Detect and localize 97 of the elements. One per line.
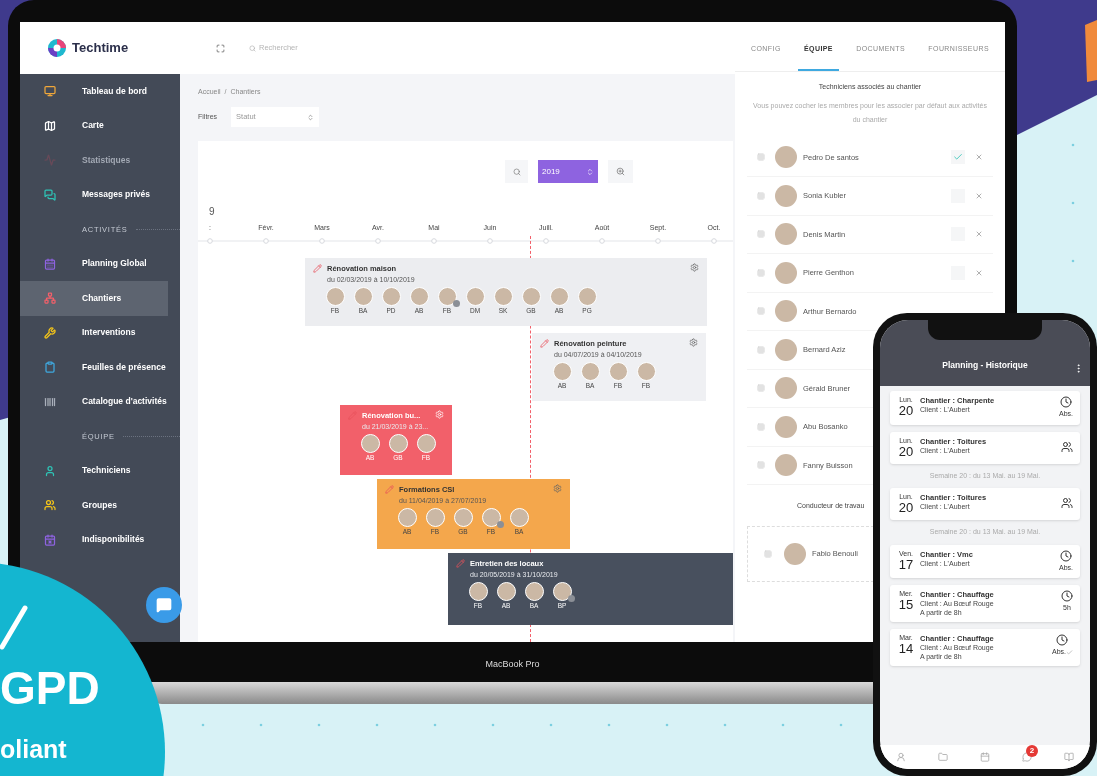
avatar	[775, 377, 797, 400]
person-icon	[1061, 497, 1073, 509]
person-icon	[1061, 440, 1073, 453]
notification-badge: 2	[1026, 745, 1038, 757]
fullscreen-icon[interactable]	[216, 43, 225, 53]
clock-icon	[1061, 590, 1073, 602]
monitor-icon	[44, 85, 56, 98]
date-number: 17	[898, 557, 914, 572]
settings-icon[interactable]	[690, 263, 699, 272]
remove-icon[interactable]	[975, 268, 983, 277]
remove-icon[interactable]	[975, 191, 983, 200]
search-icon	[512, 167, 521, 176]
avatar	[775, 300, 797, 323]
check-icon	[953, 152, 963, 163]
sidebar-item[interactable]: Chantiers	[20, 281, 168, 316]
grid-icon[interactable]	[757, 191, 765, 200]
chat-button[interactable]	[146, 587, 182, 623]
clock-icon	[1060, 549, 1072, 562]
pulse-icon	[44, 154, 56, 167]
calendar-icon[interactable]	[980, 752, 990, 762]
sidebar-item[interactable]: Tableau de bord	[20, 74, 168, 109]
check-icon	[0, 605, 28, 650]
user-icon	[44, 464, 56, 477]
pencil-icon[interactable]	[456, 559, 465, 568]
chat-icon[interactable]	[1022, 752, 1032, 762]
chevron-icon	[307, 113, 315, 121]
grid-icon[interactable]	[757, 461, 765, 470]
book-icon[interactable]	[1064, 752, 1074, 762]
sidebar-item[interactable]: Groupes	[20, 488, 168, 523]
settings-icon[interactable]	[689, 338, 698, 347]
date-number: 20	[898, 404, 914, 418]
avatar	[775, 146, 797, 169]
date-number: 15	[898, 598, 914, 612]
grid-icon[interactable]	[764, 549, 772, 558]
group-icon	[44, 499, 56, 512]
chat-icon	[156, 597, 172, 613]
clipboard-icon	[44, 361, 56, 374]
badge-icon	[452, 300, 460, 307]
avatar	[775, 184, 797, 207]
date-number: 14	[898, 642, 914, 656]
sidebar-item[interactable]: Planning Global	[20, 246, 168, 281]
grid-icon[interactable]	[757, 345, 765, 354]
network-icon	[44, 292, 56, 305]
pencil-icon[interactable]	[313, 264, 322, 273]
badge-icon	[496, 521, 504, 528]
remove-icon[interactable]	[975, 230, 983, 239]
avatar	[775, 223, 797, 246]
calendar-icon	[44, 257, 56, 270]
year-select[interactable]: 2019	[538, 160, 598, 183]
map-icon	[44, 119, 56, 132]
badge-subtitle: oliant	[0, 735, 67, 763]
date-number: 20	[898, 444, 914, 459]
remove-icon[interactable]	[975, 153, 983, 162]
wrench-icon	[44, 326, 56, 339]
avatar	[775, 454, 797, 477]
zoom-out-button[interactable]	[505, 160, 528, 183]
badge-title: GPD	[0, 665, 100, 711]
avatar	[775, 261, 797, 284]
phone-title: Planning - Historique	[942, 359, 1028, 372]
clock-icon	[1056, 634, 1069, 646]
grid-icon[interactable]	[757, 422, 765, 431]
folder-icon[interactable]	[938, 752, 948, 762]
pencil-icon[interactable]	[540, 339, 549, 348]
zoom-in-icon	[616, 167, 625, 176]
zoom-in-button[interactable]	[608, 160, 633, 183]
barcode-icon	[44, 395, 56, 408]
chevron-icon	[586, 167, 594, 176]
grid-icon[interactable]	[757, 153, 765, 162]
sidebar-item[interactable]: Techniciens	[20, 453, 168, 488]
sidebar-item[interactable]: Catalogue d'activités	[20, 384, 168, 419]
grid-icon[interactable]	[757, 384, 765, 393]
sidebar-item[interactable]: Indisponibilités	[20, 522, 168, 557]
chat-icon	[44, 188, 56, 201]
sidebar-item[interactable]: Feuilles de présence	[20, 350, 168, 385]
sidebar-item[interactable]: Carte	[20, 108, 168, 143]
clock-icon	[1060, 396, 1072, 408]
pencil-icon[interactable]	[385, 485, 394, 494]
logo-icon	[48, 39, 66, 57]
sidebar-item[interactable]: Interventions	[20, 315, 168, 350]
avatar	[775, 415, 797, 438]
year-label: 9	[209, 205, 215, 219]
grid-icon[interactable]	[757, 307, 765, 316]
check-icon	[1066, 648, 1073, 656]
logo-text: Techtime	[72, 39, 129, 58]
grid-icon[interactable]	[757, 268, 765, 277]
badge-icon	[567, 595, 575, 602]
search-icon	[249, 44, 256, 52]
user-icon[interactable]	[896, 752, 906, 762]
avatar	[775, 338, 797, 361]
checkbox[interactable]	[951, 150, 965, 165]
settings-icon[interactable]	[553, 484, 562, 493]
avatar	[784, 542, 806, 565]
sidebar-item[interactable]: Messages privés	[20, 177, 168, 212]
device-label: MacBook Pro	[485, 658, 540, 671]
calendar-icon	[44, 533, 56, 546]
date-number: 20	[898, 501, 914, 515]
grid-icon[interactable]	[757, 230, 765, 239]
